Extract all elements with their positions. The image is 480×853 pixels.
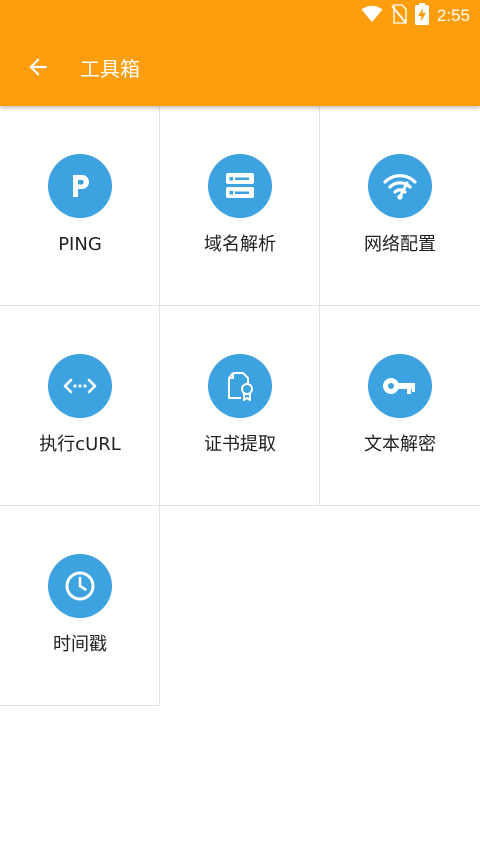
no-sim-icon	[391, 4, 407, 28]
status-time: 2:55	[436, 6, 470, 25]
battery-charging-icon	[414, 3, 429, 29]
wifi-signal-icon	[368, 154, 432, 218]
tool-timestamp[interactable]: 时间戳	[0, 506, 160, 706]
tool-label: 证书提取	[204, 434, 276, 455]
arrow-left-icon	[25, 54, 51, 84]
ping-p-icon	[48, 154, 112, 218]
tool-label: PING	[58, 234, 102, 255]
toolbar: 工具箱	[0, 32, 480, 106]
app-bar: 2:55 工具箱	[0, 0, 480, 106]
key-icon	[368, 354, 432, 418]
wifi-icon	[361, 5, 383, 27]
back-button[interactable]	[14, 45, 62, 93]
status-bar: 2:55	[0, 0, 480, 32]
tool-run-curl[interactable]: 执行cURL	[0, 306, 160, 506]
tool-label: 时间戳	[53, 634, 107, 655]
tool-dns-resolve[interactable]: 域名解析	[160, 106, 320, 306]
certificate-icon	[208, 354, 272, 418]
tool-label: 网络配置	[364, 234, 436, 255]
tool-label: 域名解析	[204, 234, 276, 255]
status-icons: 2:55	[361, 3, 470, 29]
clock-icon	[48, 554, 112, 618]
tool-cert-extract[interactable]: 证书提取	[160, 306, 320, 506]
tool-ping[interactable]: PING	[0, 106, 160, 306]
page-title: 工具箱	[80, 57, 140, 81]
tool-text-decrypt[interactable]: 文本解密	[320, 306, 480, 506]
code-arrows-icon	[48, 354, 112, 418]
tool-label: 文本解密	[364, 434, 436, 455]
tool-label: 执行cURL	[39, 434, 121, 455]
server-icon	[208, 154, 272, 218]
tool-network-config[interactable]: 网络配置	[320, 106, 480, 306]
